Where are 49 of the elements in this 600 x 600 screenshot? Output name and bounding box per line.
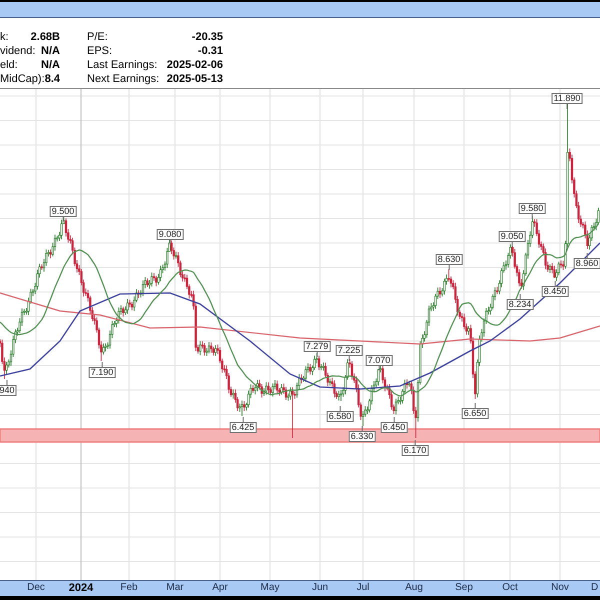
axis-label: D	[591, 581, 598, 595]
stat-label: vidend:	[0, 44, 36, 58]
axis-label: Oct	[502, 581, 518, 595]
price-label: 9.500	[50, 206, 76, 222]
axis-label: Aug	[405, 581, 423, 595]
stat-value: 2025-05-13	[166, 72, 223, 86]
stat-value: 2.68B	[30, 30, 60, 44]
stat-label: Next Earnings:	[87, 72, 160, 86]
price-label: 6.650	[462, 403, 488, 419]
price-label: 6.450	[380, 417, 408, 433]
stat-label: EPS:	[87, 44, 112, 58]
axis-label: Sep	[455, 581, 473, 595]
price-label: 9.080	[156, 229, 184, 245]
price-label: 7.225	[336, 345, 362, 361]
price-label: 6.425	[230, 417, 256, 433]
price-label: 940	[0, 380, 17, 396]
price-label: 9.050	[498, 231, 526, 247]
axis-label: Mar	[166, 581, 184, 595]
axis-label: Nov	[551, 581, 569, 595]
axis-label: Jun	[312, 581, 328, 595]
stat-label: P/E:	[87, 30, 108, 44]
price-label: 7.190	[88, 362, 116, 378]
price-label: 8.630	[436, 254, 462, 270]
price-label: 6.580	[326, 406, 354, 422]
price-label: 11.890	[552, 93, 582, 109]
axis-label: 2024	[68, 581, 94, 595]
stat-value: -0.31	[198, 44, 223, 58]
stat-value: N/A	[41, 44, 60, 58]
price-label: 7.279	[304, 341, 330, 357]
stat-label: k:	[0, 30, 9, 44]
stat-label: MidCap):	[0, 72, 45, 86]
price-label: 6.170	[402, 440, 428, 456]
axis-label: Feb	[120, 581, 138, 595]
price-label: 8.450	[542, 281, 568, 297]
stat-value: -20.35	[192, 30, 223, 44]
price-label: 7.070	[366, 355, 392, 371]
stat-value: 8.4	[44, 72, 60, 86]
stat-label: Last Earnings:	[87, 58, 158, 72]
stat-value: N/A	[41, 58, 60, 72]
axis-label: Apr	[212, 581, 228, 595]
stat-label: eld:	[0, 58, 18, 72]
axis-label: Dec	[27, 581, 45, 595]
price-label: 8.960	[574, 253, 600, 269]
axis-label: Jul	[356, 581, 370, 595]
stat-value: 2025-02-06	[166, 58, 223, 72]
price-label: 6.330	[348, 426, 376, 442]
price-label: 8.234	[506, 294, 534, 310]
axis-label: May	[260, 581, 280, 595]
price-label: 9.580	[518, 203, 546, 219]
